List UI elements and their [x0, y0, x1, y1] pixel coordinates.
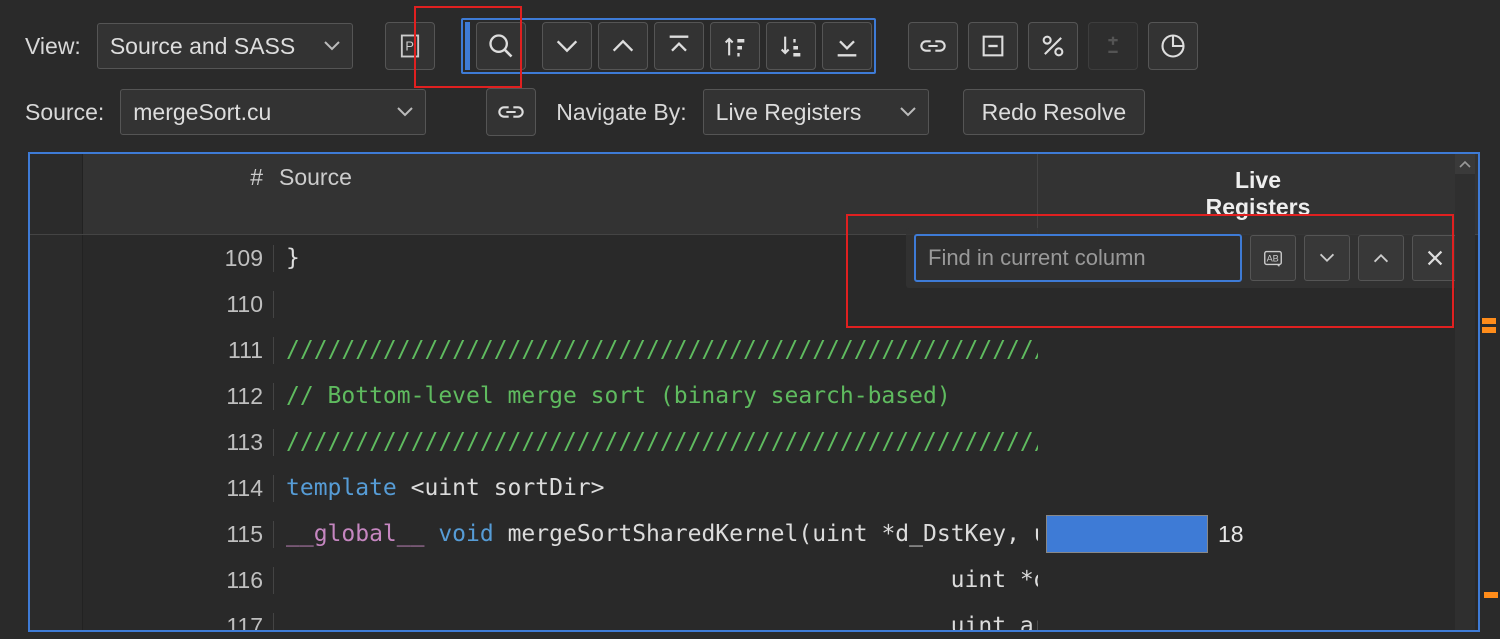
code-cell: template <uint sortDir> — [274, 475, 1038, 501]
overview-mark — [1482, 327, 1496, 333]
line-number: 115 — [83, 521, 274, 548]
code-row[interactable]: 113/////////////////////////////////////… — [30, 419, 1478, 465]
chevron-down-icon — [900, 107, 916, 117]
column-headers: # Source Live Registers — [30, 154, 1478, 235]
gutter — [30, 373, 83, 419]
code-cell: uint *d_SrcKey, uint *d_SrcVal, — [274, 567, 1038, 593]
percent-button[interactable] — [1028, 22, 1078, 70]
search-nav-group — [461, 18, 876, 74]
page-icon-button[interactable]: P — [385, 22, 435, 70]
overview-marks — [1482, 318, 1498, 336]
goto-bottom-button[interactable] — [822, 22, 872, 70]
search-button[interactable] — [476, 22, 526, 70]
collapse-button[interactable] — [968, 22, 1018, 70]
code-row[interactable]: 115__global__ void mergeSortSharedKernel… — [30, 511, 1478, 557]
navigate-dropdown-value: Live Registers — [716, 99, 862, 126]
link-source-button[interactable] — [486, 88, 536, 136]
line-number: 112 — [83, 383, 274, 410]
match-case-button[interactable]: AB — [1250, 235, 1296, 281]
line-number: 110 — [83, 291, 274, 318]
view-dropdown[interactable]: Source and SASS — [97, 23, 353, 69]
gutter — [30, 327, 83, 373]
source-panel: # Source Live Registers 109}110111//////… — [28, 152, 1480, 632]
register-cell — [1038, 419, 1478, 465]
code-row[interactable]: 111/////////////////////////////////////… — [30, 327, 1478, 373]
code-cell: __global__ void mergeSortSharedKernel(ui… — [274, 521, 1038, 547]
code-row[interactable]: 116 uint *d_SrcKey, uint *d_SrcVal, — [30, 557, 1478, 603]
chevron-down-icon — [397, 107, 413, 117]
line-number: 114 — [83, 475, 274, 502]
prev-result-button[interactable] — [598, 22, 648, 70]
register-cell — [1038, 557, 1478, 603]
code-cell: ////////////////////////////////////////… — [274, 337, 1038, 363]
gutter — [30, 557, 83, 603]
line-number: 111 — [83, 337, 274, 364]
link-button[interactable] — [908, 22, 958, 70]
source-dropdown-value: mergeSort.cu — [133, 99, 271, 126]
code-cell: uint arrayLength) { — [274, 613, 1038, 632]
find-panel: AB — [906, 228, 1466, 288]
gutter — [30, 281, 83, 327]
source-header[interactable]: Source — [273, 154, 1038, 234]
gutter — [30, 465, 83, 511]
line-number: 109 — [83, 245, 274, 272]
registers-header[interactable]: Live Registers — [1038, 154, 1478, 234]
svg-text:P: P — [405, 39, 414, 54]
overview-mark — [1484, 592, 1498, 598]
redo-resolve-button[interactable]: Redo Resolve — [963, 89, 1145, 135]
register-cell — [1038, 465, 1478, 511]
gutter — [30, 235, 83, 281]
navigate-label: Navigate By: — [556, 99, 686, 126]
diff-button — [1088, 22, 1138, 70]
code-row[interactable]: 112// Bottom-level merge sort (binary se… — [30, 373, 1478, 419]
view-label: View: — [25, 33, 81, 60]
registers-header-l2: Registers — [1206, 194, 1311, 221]
next-result-button[interactable] — [542, 22, 592, 70]
sort-desc-button[interactable] — [766, 22, 816, 70]
line-number: 116 — [83, 567, 274, 594]
code-row[interactable]: 114template <uint sortDir> — [30, 465, 1478, 511]
toolbar-top: View: Source and SASS P — [0, 0, 1500, 82]
register-cell — [1038, 327, 1478, 373]
svg-text:AB: AB — [1267, 254, 1279, 264]
line-number: 117 — [83, 613, 274, 633]
gutter — [30, 603, 83, 632]
code-row[interactable]: 117 uint arrayLength) { — [30, 603, 1478, 632]
register-value: 18 — [1218, 521, 1244, 548]
find-next-button[interactable] — [1304, 235, 1350, 281]
gutter-header — [30, 154, 83, 234]
scroll-up-icon[interactable] — [1455, 154, 1475, 174]
close-find-button[interactable] — [1412, 235, 1458, 281]
gutter — [30, 419, 83, 465]
linenum-header[interactable]: # — [83, 154, 273, 234]
register-cell — [1038, 603, 1478, 632]
register-bar — [1046, 515, 1208, 553]
find-input[interactable] — [914, 234, 1242, 282]
line-number: 113 — [83, 429, 274, 456]
gutter — [30, 511, 83, 557]
navigate-dropdown[interactable]: Live Registers — [703, 89, 929, 135]
register-cell: 18 — [1038, 511, 1478, 557]
view-dropdown-value: Source and SASS — [110, 33, 295, 60]
overview-mark — [1482, 318, 1496, 324]
sort-asc-button[interactable] — [710, 22, 760, 70]
find-prev-button[interactable] — [1358, 235, 1404, 281]
registers-header-l1: Live — [1235, 167, 1281, 194]
chart-button[interactable] — [1148, 22, 1198, 70]
vertical-scrollbar[interactable] — [1455, 154, 1475, 630]
register-cell — [1038, 373, 1478, 419]
source-dropdown[interactable]: mergeSort.cu — [120, 89, 426, 135]
code-cell: ////////////////////////////////////////… — [274, 429, 1038, 455]
chevron-down-icon — [324, 41, 340, 51]
code-body: 109}110111//////////////////////////////… — [30, 235, 1478, 632]
toolbar-source: Source: mergeSort.cu Navigate By: Live R… — [0, 82, 1500, 146]
goto-top-button[interactable] — [654, 22, 704, 70]
source-label: Source: — [25, 99, 104, 126]
code-cell: // Bottom-level merge sort (binary searc… — [274, 383, 1038, 409]
